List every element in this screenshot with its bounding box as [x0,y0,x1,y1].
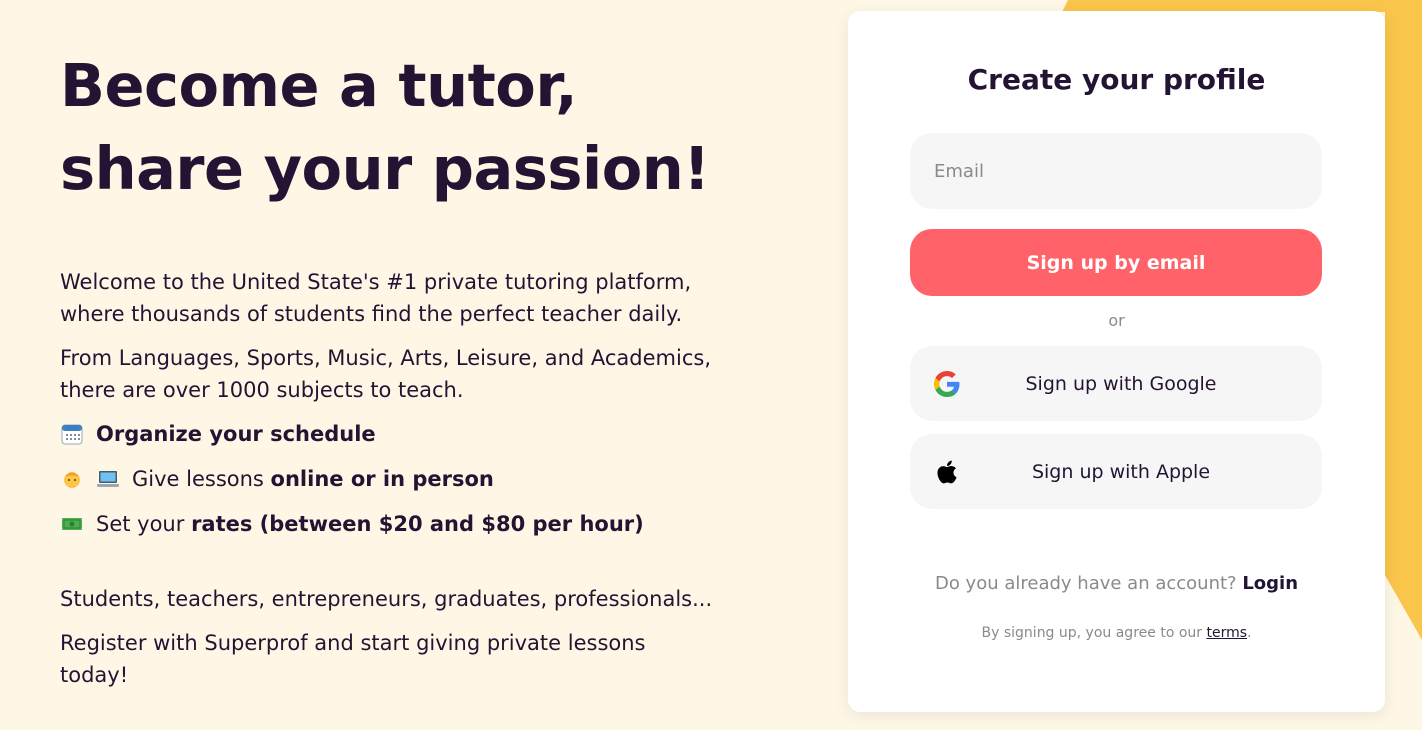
intro-line-2: where thousands of students find the per… [60,302,683,326]
audience-text: Students, teachers, entrepreneurs, gradu… [60,587,713,611]
person-icon [60,468,84,490]
feature-rates: Set your rates (between $20 and $80 per … [60,508,740,540]
login-prompt: Do you already have an account? Login [848,573,1385,594]
computer-icon [96,468,120,490]
email-input[interactable] [910,133,1322,209]
feature-bold-text: Organize your schedule [96,422,376,446]
subjects-paragraph: From Languages, Sports, Music, Arts, Lei… [60,342,740,406]
cta-paragraph: Register with Superprof and start giving… [60,627,740,691]
subjects-line-1: From Languages, Sports, Music, Arts, Lei… [60,346,711,370]
terms-link[interactable]: terms [1206,625,1247,641]
hero-description: Welcome to the United State's #1 private… [60,266,740,691]
google-icon [934,370,960,397]
audience-paragraph: Students, teachers, entrepreneurs, gradu… [60,583,740,615]
intro-line-1: Welcome to the United State's #1 private… [60,270,692,294]
terms-notice: By signing up, you agree to our terms. [848,625,1385,641]
signup-title: Create your profile [967,63,1266,96]
headline-line-2: share your passion! [60,134,710,203]
signup-apple-button[interactable]: Sign up with Apple [910,434,1322,509]
feature-bold-text: online or in person [270,467,494,491]
money-icon [60,513,84,535]
feature-schedule: Organize your schedule [60,418,740,450]
apple-button-label: Sign up with Apple [1031,460,1211,483]
signup-card: Create your profile Sign up by email or … [848,11,1385,712]
calendar-icon [60,423,84,445]
terms-suffix-text: . [1247,625,1252,641]
cta-line-2: today! [60,663,129,687]
feature-text: Give lessons [132,467,271,491]
google-button-label: Sign up with Google [1025,372,1217,395]
feature-bold-text: rates (between $20 and $80 per hour) [191,512,644,536]
signup-google-button[interactable]: Sign up with Google [910,346,1322,421]
intro-paragraph: Welcome to the United State's #1 private… [60,266,740,330]
subjects-line-2: there are over 1000 subjects to teach. [60,378,464,402]
signup-email-button[interactable]: Sign up by email [910,229,1322,296]
apple-icon [934,459,960,485]
or-divider: or [1108,311,1125,330]
feature-lessons: Give lessons online or in person [60,463,740,495]
cta-line-1: Register with Superprof and start giving… [60,631,646,655]
feature-text: Set your [96,512,192,536]
login-link[interactable]: Login [1242,573,1298,594]
headline-line-1: Become a tutor, [60,51,578,120]
have-account-text: Do you already have an account? [934,573,1237,594]
hero-headline: Become a tutor, share your passion! [60,44,760,210]
terms-prefix-text: By signing up, you agree to our [981,625,1207,641]
hero-section: Become a tutor, share your passion! Welc… [60,44,760,703]
